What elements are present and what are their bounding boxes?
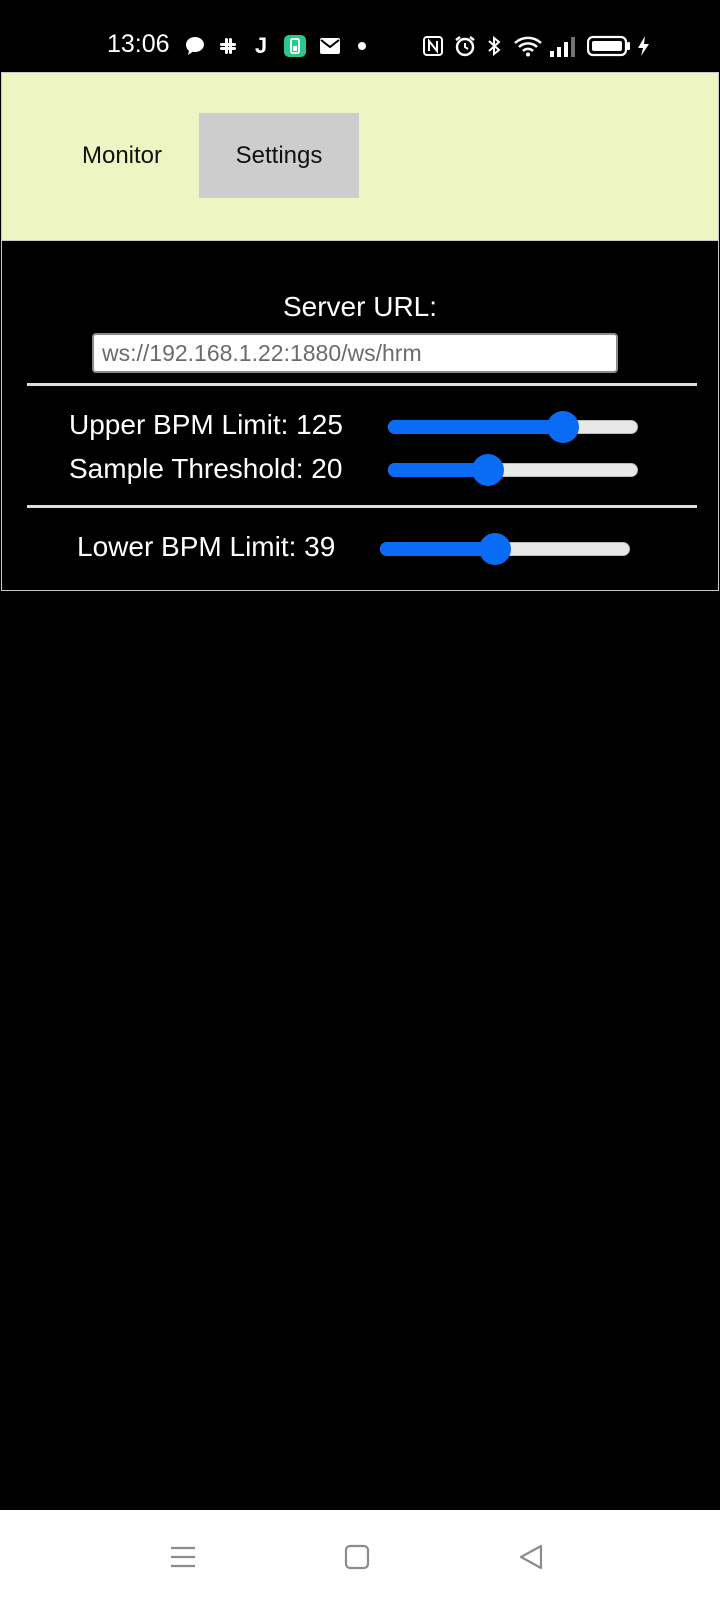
- mail-icon: [318, 34, 342, 58]
- back-icon[interactable]: [514, 1540, 548, 1574]
- settings-panel: Server URL: Upper BPM Limit: 125 Sample …: [1, 241, 719, 591]
- nfc-icon: [421, 34, 445, 58]
- slider-thumb[interactable]: [472, 454, 504, 486]
- bluetooth-icon: [485, 34, 503, 58]
- charging-icon: [634, 34, 652, 58]
- lower-bpm-slider[interactable]: [380, 533, 630, 565]
- tab-monitor[interactable]: Monitor: [57, 113, 187, 198]
- chat-icon: [183, 34, 207, 58]
- wifi-icon: [512, 34, 544, 58]
- sample-threshold-label: Sample Threshold: 20: [69, 453, 343, 484]
- upper-bpm-label: Upper BPM Limit: 125: [69, 409, 343, 440]
- lower-bpm-label: Lower BPM Limit: 39: [77, 531, 336, 562]
- server-url-input[interactable]: [92, 333, 618, 373]
- alarm-icon: [452, 34, 478, 58]
- slider-thumb[interactable]: [547, 411, 579, 443]
- sample-threshold-slider[interactable]: [388, 454, 638, 486]
- divider: [27, 505, 697, 508]
- slider-thumb[interactable]: [479, 533, 511, 565]
- slack-icon: [215, 34, 241, 58]
- battery-icon: [586, 34, 632, 58]
- upper-bpm-slider[interactable]: [388, 411, 638, 443]
- tab-settings[interactable]: Settings: [199, 113, 359, 198]
- battery-app-icon: [283, 34, 307, 58]
- slider-fill: [380, 542, 495, 556]
- dot-icon: [355, 34, 369, 58]
- home-icon[interactable]: [340, 1540, 374, 1574]
- menu-icon[interactable]: [166, 1540, 200, 1574]
- status-bar: 13:06 J: [0, 0, 720, 72]
- slider-fill: [388, 420, 563, 434]
- j-app-icon: J: [254, 33, 268, 58]
- divider: [27, 383, 697, 386]
- navigation-bar: [0, 1510, 720, 1600]
- signal-icon: [548, 34, 576, 58]
- tab-bar: Monitor Settings: [1, 72, 719, 241]
- server-url-label: Server URL:: [282, 291, 438, 322]
- clock: 13:06: [107, 30, 170, 58]
